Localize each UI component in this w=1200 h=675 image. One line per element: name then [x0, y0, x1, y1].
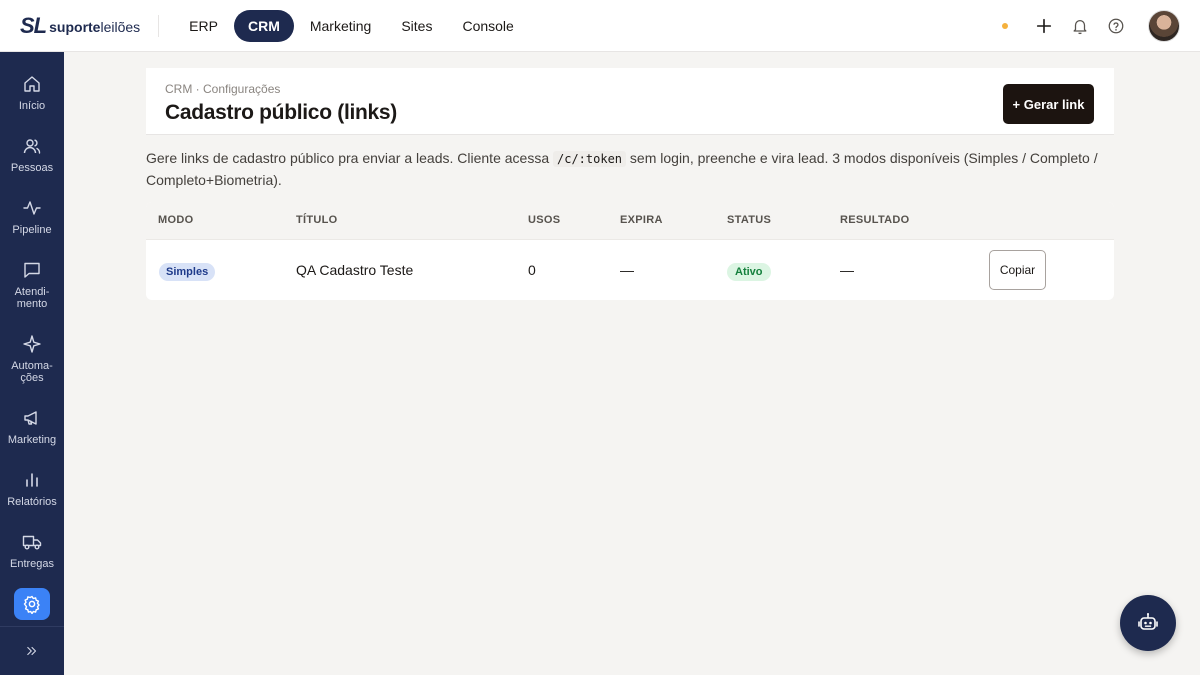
sidebar-item-automacoes[interactable]: Automa- ções: [0, 334, 64, 384]
users-icon: [23, 139, 41, 154]
row-title: QA Cadastro Teste: [296, 262, 414, 278]
column-header-resultado: RESULTADO: [840, 214, 910, 226]
plus-icon[interactable]: [1034, 16, 1054, 36]
status-badge: Ativo: [727, 263, 771, 281]
logo-text: suporteleilões: [49, 19, 141, 35]
breadcrumb: CRM · Configurações: [165, 82, 281, 96]
sidebar-item-settings[interactable]: [14, 588, 50, 620]
sidebar-item-label: Pessoas: [10, 162, 54, 174]
sidebar-item-label: Início: [18, 100, 46, 112]
sidebar-item-label: Atendi- mento: [14, 286, 50, 310]
bar-chart-icon: [26, 473, 38, 487]
sidebar-item-label: Relatórios: [7, 496, 57, 508]
page-title: Cadastro público (links): [165, 101, 397, 124]
sidebar-item-inicio[interactable]: Início: [0, 74, 64, 112]
table-header: MODO TÍTULO USOS EXPIRA STATUS RESULTADO: [146, 202, 1114, 240]
sidebar-item-label: Automa- ções: [11, 360, 53, 384]
logo-mark: SL: [20, 12, 47, 38]
megaphone-icon: [24, 411, 37, 425]
mode-badge: Simples: [159, 263, 216, 281]
sidebar-item-entregas[interactable]: Entregas: [0, 532, 64, 570]
page-header: CRM · Configurações Cadastro público (li…: [146, 68, 1114, 135]
avatar[interactable]: [1148, 10, 1180, 42]
status-dot: [1002, 23, 1008, 29]
robot-icon: [1138, 613, 1158, 630]
truck-icon: [22, 535, 42, 550]
sidebar-item-atendimento[interactable]: Atendi- mento: [0, 260, 64, 310]
nav-erp[interactable]: ERP: [175, 10, 232, 42]
sparkle-icon: [23, 335, 41, 353]
column-header-titulo: TÍTULO: [296, 214, 338, 226]
top-bar: SL suporteleilões ERP CRM Marketing Site…: [0, 0, 1200, 52]
nav-sites[interactable]: Sites: [387, 10, 446, 42]
sidebar-item-relatorios[interactable]: Relatórios: [0, 470, 64, 508]
nav-marketing[interactable]: Marketing: [296, 10, 385, 42]
sidebar-item-marketing[interactable]: Marketing: [0, 408, 64, 446]
sidebar-collapse-button[interactable]: [0, 626, 64, 675]
nav-console[interactable]: Console: [448, 10, 527, 42]
generate-link-button[interactable]: + Gerar link: [1003, 84, 1094, 124]
sidebar-item-label: Pipeline: [12, 224, 52, 236]
sidebar-item-label: Entregas: [9, 558, 55, 570]
token-path-code: /c/:token: [553, 151, 627, 167]
assistant-bot-button[interactable]: [1120, 595, 1176, 651]
links-table: MODO TÍTULO USOS EXPIRA STATUS RESULTADO…: [146, 202, 1114, 300]
sidebar-item-pessoas[interactable]: Pessoas: [0, 136, 64, 174]
activity-icon: [23, 201, 41, 215]
home-icon: [24, 76, 40, 92]
chevrons-right-icon: [27, 646, 37, 656]
top-nav: ERP CRM Marketing Sites Console: [175, 9, 530, 42]
divider: [158, 14, 160, 37]
column-header-expira: EXPIRA: [620, 214, 663, 226]
row-expires: —: [620, 262, 634, 278]
sidebar: Início Pessoas Pipeline Atendi- mento Au…: [0, 52, 64, 675]
table-row: Simples QA Cadastro Teste 0 — Ativo — Co…: [146, 240, 1114, 300]
chat-icon: [24, 262, 40, 278]
nav-crm[interactable]: CRM: [233, 9, 294, 42]
description-text: Gere links de cadastro público pra envia…: [146, 150, 553, 166]
row-result: —: [840, 262, 854, 278]
column-header-usos: USOS: [528, 214, 561, 226]
bell-icon[interactable]: [1070, 16, 1090, 36]
row-uses: 0: [528, 262, 536, 278]
page-description: Gere links de cadastro público pra envia…: [146, 148, 1114, 191]
column-header-status: STATUS: [727, 214, 772, 226]
brand-logo[interactable]: SL suporteleilões: [20, 0, 140, 52]
sidebar-item-pipeline[interactable]: Pipeline: [0, 198, 64, 236]
help-icon[interactable]: [1106, 16, 1126, 36]
sidebar-item-label: Marketing: [7, 434, 57, 446]
copy-link-button[interactable]: Copiar: [989, 250, 1046, 290]
column-header-modo: MODO: [158, 214, 194, 226]
top-actions: [1002, 0, 1180, 52]
gear-icon: [23, 595, 40, 614]
